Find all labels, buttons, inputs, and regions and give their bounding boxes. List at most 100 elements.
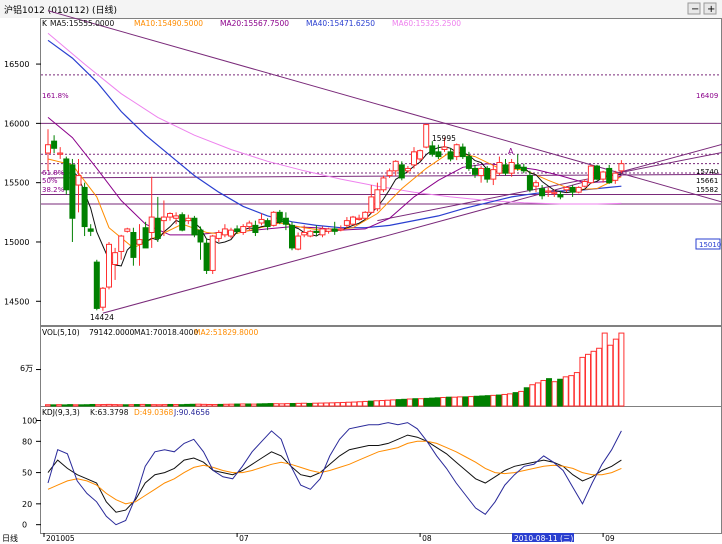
volume-bar [551,381,558,407]
volume-bar [573,372,580,407]
candle-body [203,242,210,271]
candle-body [594,165,600,180]
volume-bar [512,392,519,407]
candle-body [173,215,180,219]
candle-body [264,220,271,228]
candle-body [93,261,100,309]
candle-body [307,230,314,237]
volume-bar [612,338,619,407]
candle-body [252,224,259,233]
candle-body [136,239,143,245]
kdj-tick-label: 50 [22,469,32,478]
candle-body [87,228,94,232]
candle-body [612,172,619,181]
candle-body [160,216,167,222]
vol-tick-label: 6万 [20,364,33,373]
candle-body [526,175,533,191]
volume-bar [540,379,547,407]
candle-body [557,194,564,198]
volume-bar [72,404,79,407]
candle-body [386,170,393,177]
volume-bar [61,404,68,407]
low-price-label: 14424 [90,313,114,322]
volume-bar [50,404,57,407]
candle-body [423,124,430,148]
volume-bar [529,384,536,407]
candle-body [472,167,478,175]
candle-body [575,186,582,193]
candle-body [51,140,58,149]
volume-bar [184,403,191,407]
price-legend: K MA5:15555.0000 MA10:15490.5000 MA20:15… [42,19,461,28]
volume-bar [384,399,391,407]
volume-bar [234,403,241,407]
volume-bar [546,378,553,407]
volume-bar [456,396,463,407]
volume-bar [95,404,102,407]
volume-bar [351,401,358,407]
vol-label: VOL(5,10) [42,328,80,337]
candle-body [148,216,155,233]
candle-body [502,164,509,174]
volume-bar [156,404,163,407]
volume-bar [495,394,502,407]
candle-body [380,177,387,191]
candle-body [447,151,454,160]
legend-ma60: MA60:15325.2500 [392,19,461,28]
candle-body [301,231,308,236]
volume-bar [406,398,413,407]
volume-bar [289,403,296,407]
volume-bar [401,398,408,407]
volume-bar [596,347,603,407]
volume-bar [245,403,252,407]
candle-body [545,190,552,193]
vol-ma2: MA2:51829.8000 [194,328,258,337]
volume-bar [423,397,430,407]
candle-body [478,167,485,177]
volume-bar [417,398,424,407]
volume-bar [562,376,569,407]
volume-bar [323,402,330,407]
volume-bar [223,403,230,407]
volume-bar [579,356,586,407]
right-label-16409: 16409 [696,92,718,100]
candle-body [404,167,411,172]
title-bar: 沪铝1012 (010112) (日线) − + [0,0,722,18]
kdj-j-value: J:90.4656 [173,408,210,417]
candle-body [215,231,222,239]
price-tick-label: 14500 [4,297,29,306]
volume-bar [111,404,118,407]
volume-bar [334,402,341,407]
volume-bar [518,390,525,407]
kdj-tick-label: 80 [22,437,32,446]
current-price-label: 15010 [699,241,721,249]
volume-bar [445,396,452,407]
legend-ma10: MA10:15490.5000 [134,19,203,28]
candle-body [496,162,503,174]
volume-bar [490,394,497,407]
volume-bar [373,400,380,407]
volume-bar [178,404,185,407]
volume-bar [284,403,291,407]
candle-body [282,217,289,225]
kdj-tick-label: 0 [22,521,27,530]
volume-bar [590,350,597,407]
kdj-label: KDJ(9,3,3) [42,408,80,417]
candle-body [331,228,338,232]
volume-bar [128,404,135,407]
right-label-15661: 15661 [696,177,718,185]
candle-body [258,218,265,224]
date-tick-label: 08 [422,534,432,542]
volume-bar [507,393,514,407]
date-tick-label: 09 [605,534,615,542]
volume-bar [501,393,508,407]
volume-bar [239,403,246,407]
candle-body [337,228,344,231]
candle-body [234,228,241,232]
candle-body [392,160,399,172]
volume-bar [434,397,441,407]
candle-body [490,169,497,180]
volume-bar [301,402,308,407]
price-tick-label: 15500 [4,179,29,188]
candle-body [276,211,283,223]
